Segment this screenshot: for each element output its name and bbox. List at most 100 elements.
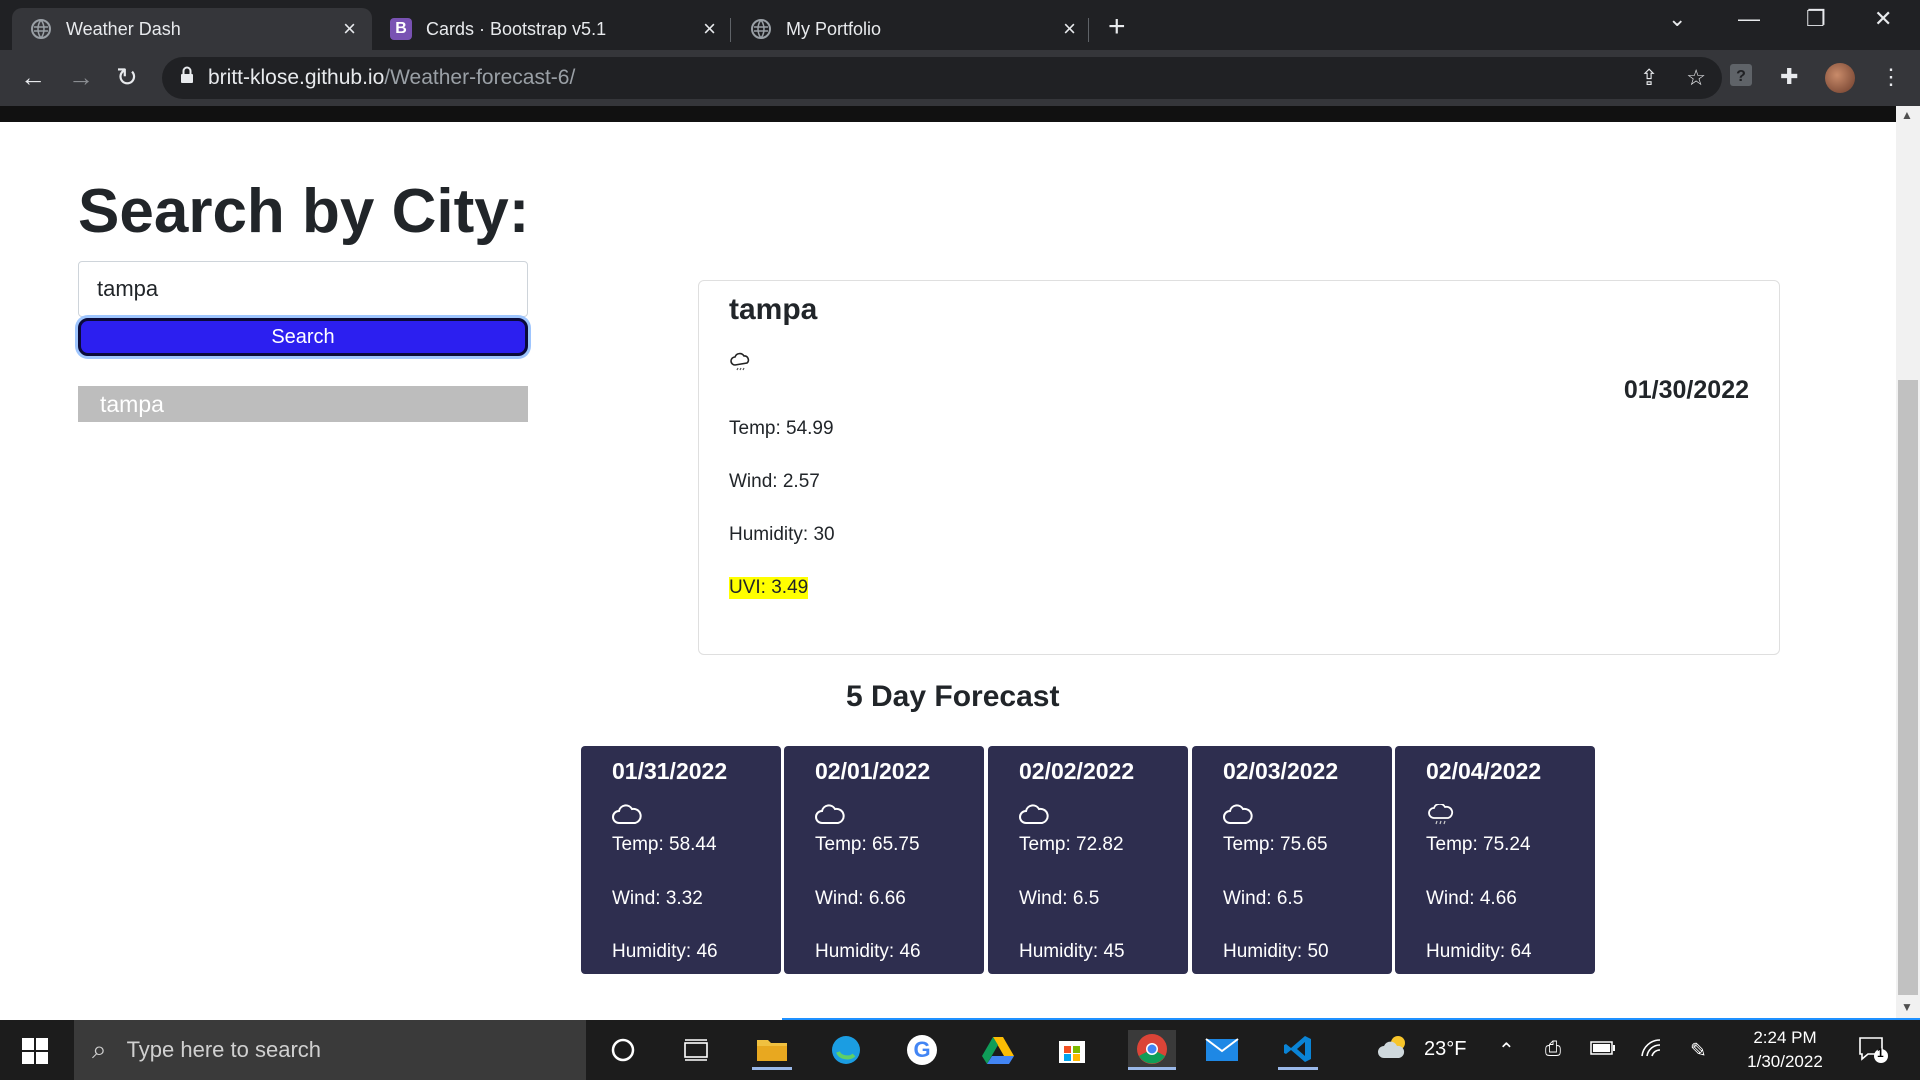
globe-icon	[30, 18, 52, 40]
vscode-icon[interactable]	[1278, 1030, 1318, 1070]
share-icon[interactable]: ⇪	[1640, 65, 1658, 91]
scroll-down-arrow-icon[interactable]: ▼	[1901, 1000, 1913, 1014]
forecast-date: 02/01/2022	[815, 758, 931, 784]
page-title: Search by City:	[78, 177, 530, 246]
forecast-temp: Temp: 75.24	[1426, 834, 1531, 855]
current-humidity: Humidity: 30	[729, 524, 835, 545]
bootstrap-icon: B	[390, 18, 412, 40]
forecast-humidity: Humidity: 45	[1019, 941, 1125, 962]
tab-my-portfolio[interactable]: My Portfolio ×	[732, 8, 1092, 50]
notification-count: 1	[1877, 1046, 1884, 1060]
forecast-date: 02/03/2022	[1223, 758, 1339, 784]
tab-title: Weather Dash	[66, 18, 181, 39]
tab-weather-dash[interactable]: Weather Dash ×	[12, 8, 372, 50]
google-icon[interactable]: G	[902, 1030, 942, 1070]
forecast-humidity: Humidity: 46	[612, 941, 718, 962]
clock-time: 2:24 PM	[1753, 1028, 1817, 1047]
page-header-strip	[0, 106, 1896, 122]
tab-title: Cards · Bootstrap v5.1	[426, 18, 607, 39]
search-icon: ⌕	[92, 1034, 107, 1064]
cortana-icon[interactable]	[603, 1030, 643, 1070]
forecast-temp: Temp: 65.75	[815, 834, 920, 855]
close-window-button[interactable]: ✕	[1874, 6, 1892, 32]
cloud-icon	[815, 804, 845, 826]
windows-start-icon[interactable]	[22, 1038, 48, 1064]
microsoft-store-icon[interactable]	[1052, 1030, 1092, 1070]
minimize-button[interactable]: —	[1738, 6, 1760, 32]
reload-button[interactable]: ↻	[116, 62, 138, 93]
svg-text:?: ?	[1736, 68, 1746, 85]
forecast-card: 02/03/2022 Temp: 75.65 Wind: 6.5 Humidit…	[1192, 746, 1392, 974]
svg-text:G: G	[913, 1037, 930, 1062]
lock-icon	[180, 66, 194, 90]
forecast-wind: Wind: 3.32	[612, 888, 703, 909]
forecast-card: 01/31/2022 Temp: 58.44 Wind: 3.32 Humidi…	[581, 746, 781, 974]
new-tab-button[interactable]: +	[1108, 10, 1126, 44]
meet-now-icon[interactable]: ⎙	[1545, 1038, 1561, 1061]
globe-icon	[750, 18, 772, 40]
forecast-date: 01/31/2022	[612, 758, 728, 784]
wifi-icon[interactable]	[1640, 1038, 1662, 1064]
url-path: /Weather-forecast-6/	[384, 66, 576, 89]
rain-cloud-icon	[729, 351, 753, 375]
chevron-up-icon[interactable]: ⌃	[1498, 1038, 1515, 1063]
current-temp: Temp: 54.99	[729, 418, 834, 439]
weather-temperature[interactable]: 23°F	[1424, 1038, 1466, 1061]
history-item-tampa[interactable]: tampa	[78, 386, 528, 422]
scroll-up-arrow-icon[interactable]: ▲	[1901, 108, 1913, 122]
back-button[interactable]: ←	[20, 62, 46, 93]
browser-tab-strip: Weather Dash × B Cards · Bootstrap v5.1 …	[0, 0, 1920, 50]
city-search-input[interactable]: tampa	[78, 261, 528, 317]
tab-separator	[730, 18, 731, 42]
close-tab-icon[interactable]: ×	[343, 16, 356, 42]
taskbar-search-placeholder: Type here to search	[126, 1037, 322, 1062]
restore-button[interactable]: ❐	[1806, 6, 1826, 32]
close-tab-icon[interactable]: ×	[703, 16, 716, 42]
current-uvi: UVI: 3.49	[729, 577, 809, 599]
forecast-date: 02/02/2022	[1019, 758, 1135, 784]
forecast-temp: Temp: 72.82	[1019, 834, 1124, 855]
edge-icon[interactable]	[826, 1030, 866, 1070]
clock-date: 1/30/2022	[1747, 1052, 1823, 1071]
forecast-card: 02/01/2022 Temp: 65.75 Wind: 6.66 Humidi…	[784, 746, 984, 974]
forward-button[interactable]: →	[68, 62, 94, 93]
file-explorer-icon[interactable]	[752, 1030, 792, 1070]
weather-cloud-sun-icon[interactable]	[1378, 1034, 1412, 1066]
scrollbar-thumb[interactable]	[1898, 380, 1918, 995]
battery-icon[interactable]	[1590, 1038, 1616, 1061]
forecast-wind: Wind: 6.5	[1019, 888, 1100, 909]
search-button[interactable]: Search	[78, 318, 528, 356]
forecast-card: 02/02/2022 Temp: 72.82 Wind: 6.5 Humidit…	[988, 746, 1188, 974]
google-drive-icon[interactable]	[978, 1030, 1018, 1070]
forecast-humidity: Humidity: 64	[1426, 941, 1532, 962]
pen-icon[interactable]: ✎	[1690, 1038, 1707, 1063]
browser-toolbar: ← → ↻ britt-klose.github.io/Weather-fore…	[0, 50, 1920, 106]
tab-bootstrap-cards[interactable]: B Cards · Bootstrap v5.1 ×	[372, 8, 732, 50]
chrome-icon[interactable]	[1128, 1030, 1176, 1070]
taskbar-search-box[interactable]: ⌕ Type here to search	[74, 1020, 586, 1080]
forecast-wind: Wind: 6.5	[1223, 888, 1304, 909]
forecast-humidity: Humidity: 46	[815, 941, 921, 962]
task-view-icon[interactable]	[676, 1030, 716, 1070]
address-bar[interactable]: britt-klose.github.io/Weather-forecast-6…	[162, 57, 1722, 99]
mail-icon[interactable]	[1202, 1030, 1242, 1070]
forecast-title: 5 Day Forecast	[846, 680, 1060, 713]
browser-menu-icon[interactable]: ⋮	[1880, 64, 1902, 90]
extensions-puzzle-icon[interactable]: ✚	[1780, 64, 1798, 90]
system-clock[interactable]: 2:24 PM 1/30/2022	[1740, 1026, 1830, 1074]
url-host: britt-klose.github.io	[208, 66, 385, 89]
current-city: tampa	[729, 293, 818, 326]
tab-separator	[1088, 18, 1089, 42]
rain-cloud-icon	[1426, 802, 1456, 826]
forecast-wind: Wind: 4.66	[1426, 888, 1517, 909]
tab-title: My Portfolio	[786, 18, 882, 39]
extension-help-icon[interactable]: ?	[1730, 64, 1752, 92]
forecast-date: 02/04/2022	[1426, 758, 1542, 784]
profile-avatar[interactable]	[1825, 63, 1855, 93]
forecast-humidity: Humidity: 50	[1223, 941, 1329, 962]
bookmark-star-icon[interactable]: ☆	[1686, 65, 1706, 91]
notification-center-icon[interactable]: 1	[1858, 1036, 1888, 1070]
close-tab-icon[interactable]: ×	[1063, 16, 1076, 42]
tab-search-chevron-icon[interactable]: ⌄	[1668, 6, 1686, 32]
forecast-temp: Temp: 75.65	[1223, 834, 1328, 855]
